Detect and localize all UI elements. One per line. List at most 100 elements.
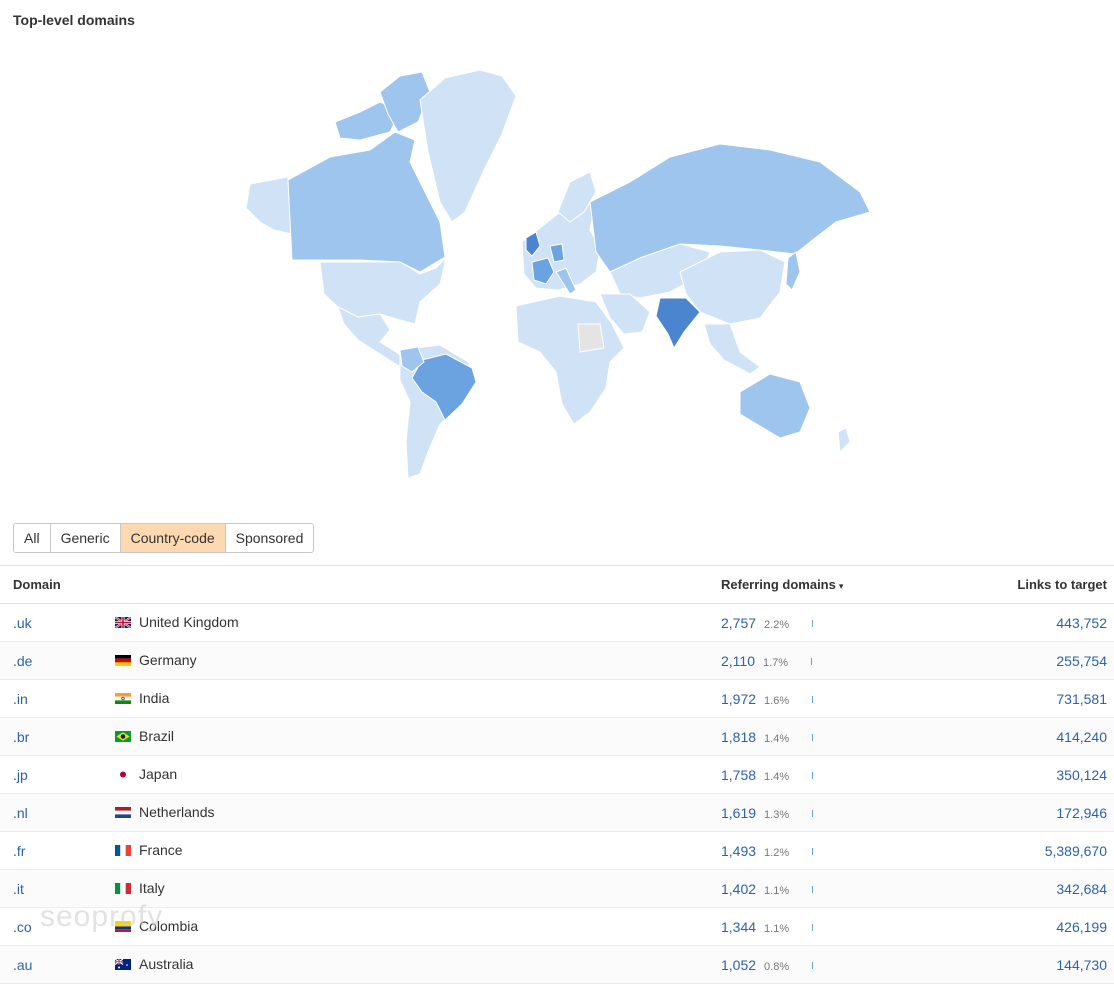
flag-it-icon [115, 881, 131, 897]
world-map[interactable] [240, 62, 880, 482]
domain-link[interactable]: .in [0, 679, 115, 718]
section-title: Top-level domains [13, 12, 135, 28]
referring-domains-link[interactable]: 1,344 [721, 919, 756, 935]
country-name: Netherlands [139, 803, 215, 820]
domain-link[interactable]: .de [0, 641, 115, 680]
domain-link[interactable]: .nl [0, 793, 115, 832]
links-to-target-column-header[interactable]: Links to target [934, 565, 1114, 604]
map-region-australia [739, 373, 811, 439]
country-cell: Germany [115, 641, 721, 680]
domain-link[interactable]: .br [0, 717, 115, 756]
table-row[interactable]: .it Italy 1,402 1.1% 342,684 [0, 869, 1114, 908]
country-name: Australia [139, 955, 194, 972]
country-name: Italy [139, 879, 165, 896]
referring-domains-cell: 1,818 1.4% [721, 717, 934, 756]
referring-domains-link[interactable]: 1,818 [721, 729, 756, 745]
links-to-target-link[interactable]: 255,754 [934, 641, 1114, 680]
links-to-target-link[interactable]: 350,124 [934, 755, 1114, 794]
domain-link[interactable]: .co [0, 907, 115, 946]
share-bar [812, 696, 814, 704]
referring-domains-percent: 1.1% [764, 922, 790, 935]
country-cell: United Kingdom [114, 603, 721, 642]
map-region-new-zealand [837, 427, 851, 454]
referring-domains-link[interactable]: 1,493 [721, 843, 756, 859]
referring-domains-cell: 1,972 1.6% [721, 679, 934, 718]
country-cell: Colombia [115, 907, 721, 946]
referring-domains-percent: 1.3% [764, 808, 790, 821]
referring-domains-cell: 1,758 1.4% [721, 755, 934, 794]
filter-sponsored-button[interactable]: Sponsored [224, 524, 314, 552]
map-region-japan [785, 251, 801, 291]
country-cell: France [115, 831, 721, 870]
share-bar [812, 620, 814, 628]
share-bar [812, 848, 814, 856]
flag-in-icon [115, 691, 131, 707]
referring-domains-percent: 1.4% [764, 770, 790, 783]
flag-au-icon [114, 957, 131, 973]
map-region-alaska [245, 176, 293, 235]
table-row[interactable]: .in India 1,972 1.6% 731,581 [0, 679, 1114, 718]
referring-domains-link[interactable]: 1,052 [721, 957, 756, 973]
country-name: Brazil [139, 727, 175, 744]
table-row[interactable]: .uk United Kingdom 2,757 2.2% 443,752 [0, 603, 1114, 642]
country-name: United Kingdom [139, 613, 239, 630]
country-cell: Italy [115, 869, 721, 908]
share-bar [812, 962, 814, 970]
map-region-africa-nodata [577, 323, 605, 353]
referring-domains-cell: 1,619 1.3% [721, 793, 934, 832]
flag-fr-icon [115, 843, 131, 859]
map-region-se-asia [703, 323, 761, 375]
share-bar [812, 886, 814, 894]
referring-domains-cell: 1,344 1.1% [721, 907, 934, 946]
table-row[interactable]: .jp Japan 1,758 1.4% 350,124 [0, 755, 1114, 794]
links-to-target-link[interactable]: 414,240 [934, 717, 1114, 756]
share-bar [812, 772, 814, 780]
flag-nl-icon [115, 805, 131, 821]
tld-table: Domain Referring domains ▾ Links to targe… [0, 565, 1114, 984]
country-cell: Japan [115, 755, 721, 794]
links-to-target-link[interactable]: 443,752 [934, 603, 1114, 642]
links-to-target-link[interactable]: 5,389,670 [934, 831, 1114, 870]
referring-domains-percent: 1.1% [764, 884, 790, 897]
flag-uk-icon [114, 615, 132, 631]
referring-domains-link[interactable]: 1,758 [721, 767, 756, 783]
filter-generic-button[interactable]: Generic [49, 524, 120, 552]
share-bar [812, 924, 814, 932]
referring-domains-cell: 1,493 1.2% [721, 831, 934, 870]
filter-country-code-button[interactable]: Country-code [119, 524, 225, 552]
table-header-row: Domain Referring domains ▾ Links to targe… [0, 565, 1114, 604]
map-region-canada [287, 131, 446, 273]
table-row[interactable]: .nl Netherlands 1,619 1.3% 172,946 [0, 793, 1114, 832]
domain-link[interactable]: .jp [0, 755, 115, 794]
world-map-icon [245, 69, 871, 479]
links-to-target-link[interactable]: 731,581 [934, 679, 1114, 718]
domain-link[interactable]: .uk [0, 603, 115, 642]
links-to-target-link[interactable]: 426,199 [934, 907, 1114, 946]
share-bar [812, 810, 814, 818]
domain-link[interactable]: .fr [0, 831, 115, 870]
sort-descending-icon: ▾ [838, 581, 844, 591]
table-row[interactable]: .co Colombia 1,344 1.1% 426,199 [0, 907, 1114, 946]
referring-domains-link[interactable]: 2,110 [721, 653, 755, 669]
table-row[interactable]: .fr France 1,493 1.2% 5,389,670 [0, 831, 1114, 870]
country-name: Colombia [139, 917, 199, 934]
links-to-target-link[interactable]: 342,684 [934, 869, 1114, 908]
flag-de-icon [115, 653, 131, 669]
referring-domains-header-label: Referring domains [721, 577, 836, 592]
country-cell: India [115, 679, 721, 718]
referring-domains-link[interactable]: 2,757 [721, 615, 756, 631]
table-row[interactable]: .de Germany 2,110 1.7% 255,754 [0, 641, 1114, 680]
links-to-target-link[interactable]: 172,946 [934, 793, 1114, 832]
flag-co-icon [115, 919, 131, 935]
filter-all-button[interactable]: All [14, 524, 50, 552]
table-row[interactable]: .br Brazil 1,818 1.4% 414,240 [0, 717, 1114, 756]
referring-domains-column-header[interactable]: Referring domains ▾ [721, 565, 934, 604]
referring-domains-cell: 1,402 1.1% [721, 869, 934, 908]
referring-domains-link[interactable]: 1,972 [721, 691, 756, 707]
referring-domains-percent: 1.7% [763, 656, 789, 669]
referring-domains-percent: 2.2% [764, 618, 790, 631]
referring-domains-percent: 1.2% [764, 846, 790, 859]
referring-domains-link[interactable]: 1,402 [721, 881, 756, 897]
referring-domains-link[interactable]: 1,619 [721, 805, 756, 821]
domain-link[interactable]: .it [0, 869, 115, 908]
